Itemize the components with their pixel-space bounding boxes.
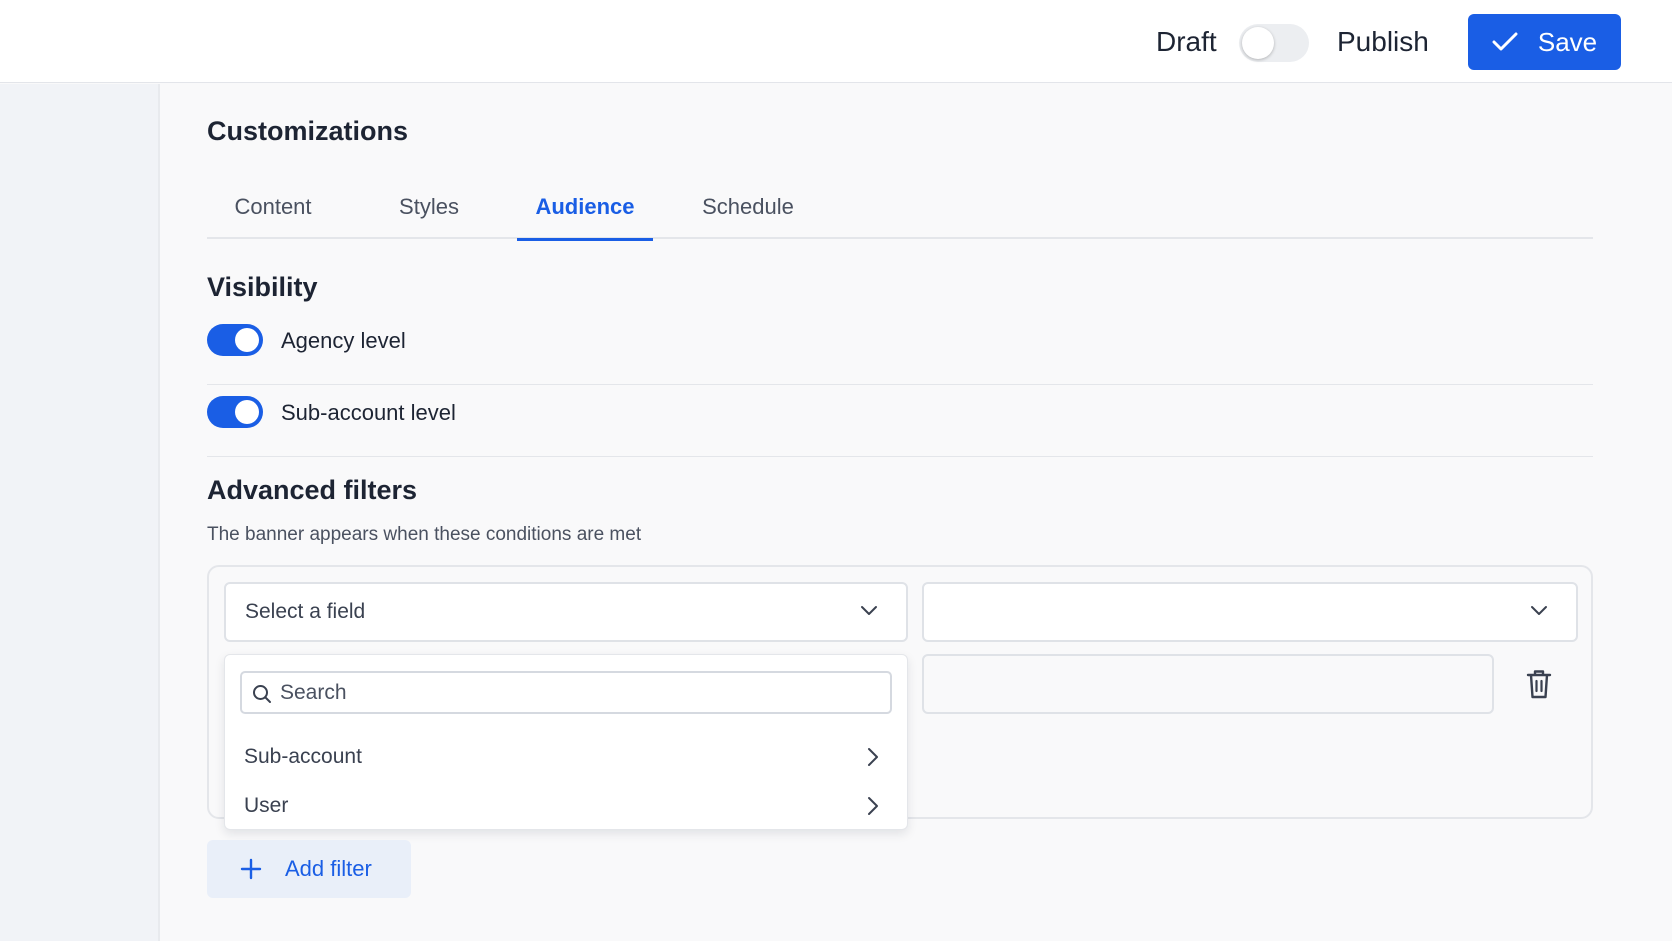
- toggle-knob: [235, 328, 259, 352]
- filter-value-input[interactable]: [922, 654, 1494, 714]
- draft-label: Draft: [1156, 26, 1217, 57]
- dropdown-item-label: Sub-account: [244, 745, 362, 768]
- field-dropdown-menu: Sub-account User: [224, 654, 908, 830]
- field-select-value: Select a field: [245, 600, 366, 623]
- page-title: Customizations: [207, 116, 409, 146]
- save-button-label: Save: [1537, 26, 1598, 57]
- dropdown-item-label: User: [244, 794, 289, 817]
- search-input[interactable]: [280, 679, 880, 707]
- sub-account-level-label: Sub-account level: [281, 400, 456, 425]
- advanced-filters-description: The banner appears when these conditions…: [207, 524, 642, 545]
- agency-level-row: Agency level: [207, 314, 1593, 385]
- advanced-filters-heading: Advanced filters: [207, 475, 418, 505]
- toggle-knob: [235, 400, 259, 424]
- sub-account-level-toggle[interactable]: [207, 396, 263, 428]
- tab-audience[interactable]: Audience: [517, 174, 653, 241]
- plus-icon: [240, 858, 262, 880]
- dropdown-item-sub-account[interactable]: Sub-account: [225, 733, 907, 781]
- chevron-right-icon: [868, 748, 878, 766]
- tab-content[interactable]: Content: [207, 174, 339, 239]
- tab-schedule[interactable]: Schedule: [679, 174, 817, 239]
- top-bar: Draft Publish Save: [0, 0, 1672, 83]
- chevron-down-icon: [861, 606, 877, 615]
- left-sidebar: [0, 84, 160, 941]
- check-icon: [1492, 32, 1518, 51]
- add-filter-button[interactable]: Add filter: [207, 840, 411, 898]
- tab-styles[interactable]: Styles: [362, 174, 496, 239]
- visibility-heading: Visibility: [207, 272, 318, 302]
- search-icon: [253, 685, 271, 703]
- dropdown-item-user[interactable]: User: [225, 782, 907, 830]
- chevron-down-icon: [1531, 606, 1547, 615]
- tab-bar: Content Styles Audience Schedule: [207, 174, 1593, 241]
- save-button[interactable]: Save: [1468, 14, 1621, 70]
- publish-label: Publish: [1337, 26, 1429, 57]
- chevron-right-icon: [868, 797, 878, 815]
- sub-account-level-row: Sub-account level: [207, 386, 1593, 457]
- operator-select[interactable]: [922, 582, 1578, 642]
- field-select[interactable]: Select a field: [224, 582, 908, 642]
- agency-level-toggle[interactable]: [207, 324, 263, 356]
- main-panel: Customizations Content Styles Audience S…: [162, 84, 1672, 941]
- draft-publish-toggle[interactable]: [1239, 24, 1309, 62]
- agency-level-label: Agency level: [281, 328, 406, 353]
- trash-icon[interactable]: [1525, 668, 1553, 700]
- toggle-knob: [1242, 27, 1274, 59]
- search-box[interactable]: [240, 671, 892, 714]
- add-filter-label: Add filter: [285, 856, 372, 881]
